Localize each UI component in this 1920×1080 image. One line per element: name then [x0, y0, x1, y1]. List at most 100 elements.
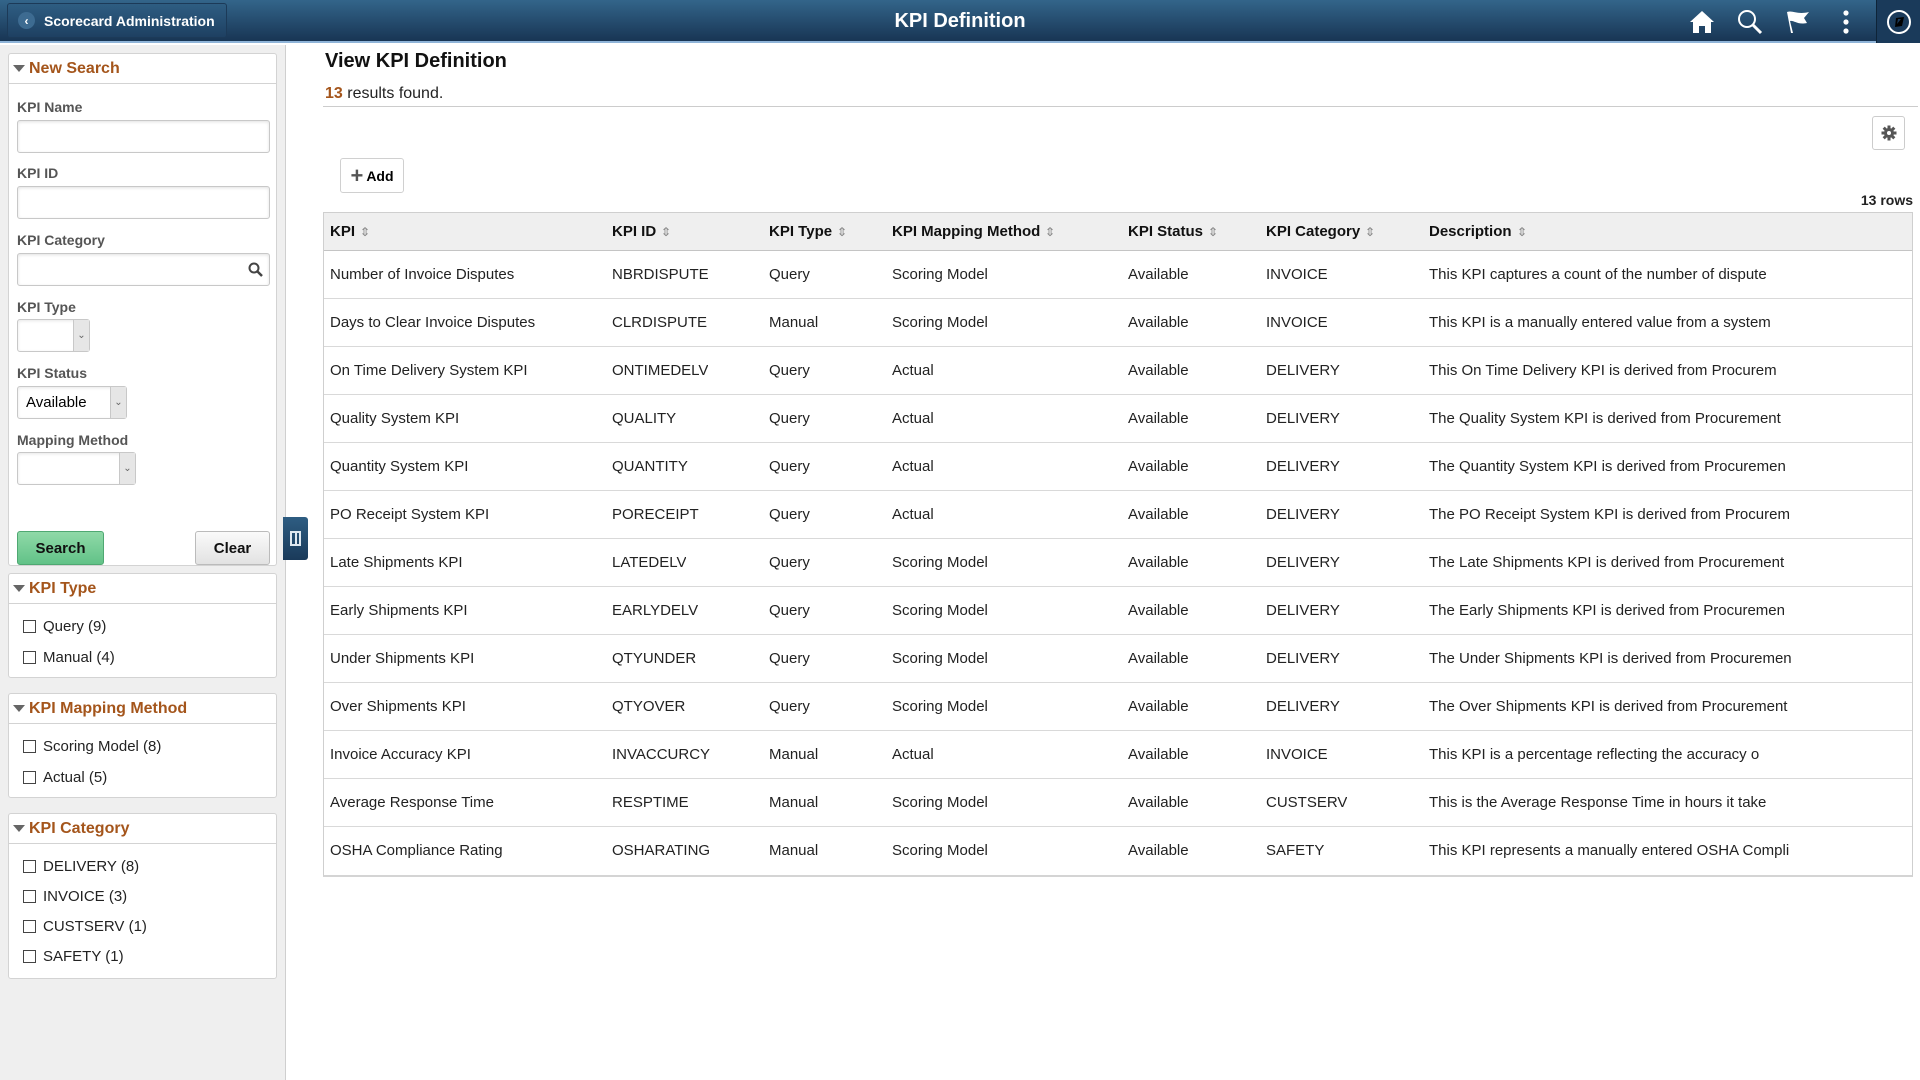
row-count: 13 rows	[1860, 192, 1913, 208]
cell-kpi-description: The Under Shipments KPI is derived from …	[1429, 650, 1792, 667]
cell-kpi-mapping-method: Actual	[892, 506, 934, 523]
top-banner: ‹ Scorecard Administration KPI Definitio…	[0, 0, 1920, 43]
home-icon[interactable]	[1678, 0, 1726, 43]
kpi-name-label: KPI Name	[17, 99, 83, 115]
column-header-kpi-status[interactable]: KPI Status ⇕	[1128, 213, 1219, 251]
facet-item-custserv[interactable]: CUSTSERV (1)	[23, 918, 147, 935]
checkbox[interactable]	[23, 771, 36, 784]
cell-kpi-category: INVOICE	[1266, 314, 1328, 331]
table-row[interactable]: Under Shipments KPI QTYUNDER Query Scoring …	[324, 635, 1912, 683]
table-row[interactable]: Days to Clear Invoice Disputes CLRDISPUTE…	[324, 299, 1912, 347]
table-row[interactable]: Invoice Accuracy KPI INVACCURCY Manual Actu…	[324, 731, 1912, 779]
facet-item-manual[interactable]: Manual (4)	[23, 649, 115, 666]
table-row[interactable]: OSHA Compliance Rating OSHARATING Manual Sc…	[324, 827, 1912, 875]
facet-item-query[interactable]: Query (9)	[23, 618, 106, 635]
new-search-header[interactable]: New Search	[9, 54, 276, 84]
column-header-kpi-category[interactable]: KPI Category ⇕	[1266, 213, 1376, 251]
kpi-status-select[interactable]: Available ⌄	[17, 386, 127, 419]
kpi-type-select[interactable]: ⌄	[17, 319, 90, 352]
search-sidebar: New Search KPI Name KPI ID KPI Category …	[0, 45, 286, 1080]
search-button[interactable]: Search	[17, 531, 104, 565]
flag-icon[interactable]	[1774, 0, 1822, 43]
cell-kpi-category: INVOICE	[1266, 266, 1328, 283]
collapse-triangle-icon	[13, 585, 25, 592]
cell-kpi-id: ONTIMEDELV	[612, 362, 709, 379]
kpi-name-input[interactable]	[17, 120, 270, 153]
facet-title: KPI Mapping Method	[29, 699, 188, 717]
lookup-search-icon[interactable]	[248, 262, 263, 282]
table-row[interactable]: Average Response Time RESPTIME Manual Scori…	[324, 779, 1912, 827]
facet-item-label: Query (9)	[43, 618, 107, 635]
table-row[interactable]: Early Shipments KPI EARLYDELV Query Scoring…	[324, 587, 1912, 635]
column-header-description[interactable]: Description ⇕	[1429, 213, 1899, 251]
table-row[interactable]: Late Shipments KPI LATEDELV Query Scoring M…	[324, 539, 1912, 587]
facet-item-safety[interactable]: SAFETY (1)	[23, 948, 124, 965]
clear-button[interactable]: Clear	[195, 531, 270, 565]
column-header-kpi-type[interactable]: KPI Type ⇕	[769, 213, 848, 251]
search-icon[interactable]	[1726, 0, 1774, 43]
facet-item-delivery[interactable]: DELIVERY (8)	[23, 858, 139, 875]
sidebar-collapse-handle[interactable]	[283, 517, 308, 560]
checkbox[interactable]	[23, 950, 36, 963]
cell-kpi-name: OSHA Compliance Rating	[330, 842, 503, 859]
add-button[interactable]: + Add	[340, 158, 404, 193]
cell-kpi-type: Manual	[769, 794, 819, 811]
checkbox[interactable]	[23, 620, 36, 633]
cell-kpi-type: Query	[769, 698, 810, 715]
cell-kpi-status: Available	[1128, 554, 1189, 571]
kpi-category-label: KPI Category	[17, 232, 105, 248]
facet-item-label: Actual (5)	[43, 769, 108, 786]
cell-kpi-id: QUANTITY	[612, 458, 688, 475]
cell-kpi-id: RESPTIME	[612, 794, 689, 811]
mapping-method-select[interactable]: ⌄	[17, 452, 136, 485]
table-row[interactable]: PO Receipt System KPI PORECEIPT Query Actua…	[324, 491, 1912, 539]
cell-kpi-category: SAFETY	[1266, 842, 1325, 859]
chevron-down-icon: ⌄	[73, 320, 89, 351]
navbar-compass-icon[interactable]	[1876, 0, 1920, 43]
table-row[interactable]: On Time Delivery System KPI ONTIMEDELV Que…	[324, 347, 1912, 395]
cell-kpi-description: The Quantity System KPI is derived from …	[1429, 458, 1786, 475]
checkbox[interactable]	[23, 860, 36, 873]
table-row[interactable]: Over Shipments KPI QTYOVER Query Scoring Mo…	[324, 683, 1912, 731]
table-row[interactable]: Quality System KPI QUALITY Query Actual Avai…	[324, 395, 1912, 443]
cell-kpi-id: QUALITY	[612, 410, 677, 427]
kpi-id-label: KPI ID	[17, 165, 59, 181]
cell-kpi-mapping-method: Scoring Model	[892, 266, 988, 283]
kpi-status-label: KPI Status	[17, 365, 88, 381]
cell-kpi-name: Number of Invoice Disputes	[330, 266, 515, 283]
new-search-title: New Search	[29, 59, 120, 77]
facet-mapping-header[interactable]: KPI Mapping Method	[9, 694, 276, 724]
checkbox[interactable]	[23, 890, 36, 903]
facet-category-header[interactable]: KPI Category	[9, 814, 276, 844]
cell-kpi-name: Quantity System KPI	[330, 458, 469, 475]
facet-item-actual[interactable]: Actual (5)	[23, 769, 107, 786]
facet-item-scoring-model[interactable]: Scoring Model (8)	[23, 738, 161, 755]
checkbox[interactable]	[23, 740, 36, 753]
grid-settings-button[interactable]	[1872, 116, 1905, 150]
facet-kpi-type-header[interactable]: KPI Type	[9, 574, 276, 604]
more-options-icon[interactable]	[1822, 0, 1870, 43]
kpi-category-input[interactable]	[17, 253, 270, 286]
checkbox[interactable]	[23, 651, 36, 664]
column-header-kpi-id[interactable]: KPI ID ⇕	[612, 213, 672, 251]
facet-item-label: Scoring Model (8)	[43, 738, 162, 755]
cell-kpi-mapping-method: Actual	[892, 746, 934, 763]
cell-kpi-mapping-method: Scoring Model	[892, 794, 988, 811]
checkbox[interactable]	[23, 920, 36, 933]
table-row[interactable]: Number of Invoice Disputes NBRDISPUTE Quer…	[324, 251, 1912, 299]
cell-kpi-description: The Quality System KPI is derived from P…	[1429, 410, 1781, 427]
page-title: KPI Definition	[894, 10, 1026, 32]
results-count: 13	[325, 85, 343, 102]
kpi-id-input[interactable]	[17, 186, 270, 219]
facet-item-invoice[interactable]: INVOICE (3)	[23, 888, 127, 905]
table-row[interactable]: Quantity System KPI QUANTITY Query Actual Av…	[324, 443, 1912, 491]
cell-kpi-category: DELIVERY	[1266, 458, 1340, 475]
back-button[interactable]: ‹ Scorecard Administration	[7, 3, 227, 38]
cell-kpi-id: LATEDELV	[612, 554, 687, 571]
cell-kpi-type: Query	[769, 554, 810, 571]
cell-kpi-status: Available	[1128, 794, 1189, 811]
column-header-kpi[interactable]: KPI ⇕	[330, 213, 371, 251]
column-header-mapping-method[interactable]: KPI Mapping Method ⇕	[892, 213, 1056, 251]
cell-kpi-status: Available	[1128, 458, 1189, 475]
cell-kpi-description: The Late Shipments KPI is derived from P…	[1429, 554, 1785, 571]
